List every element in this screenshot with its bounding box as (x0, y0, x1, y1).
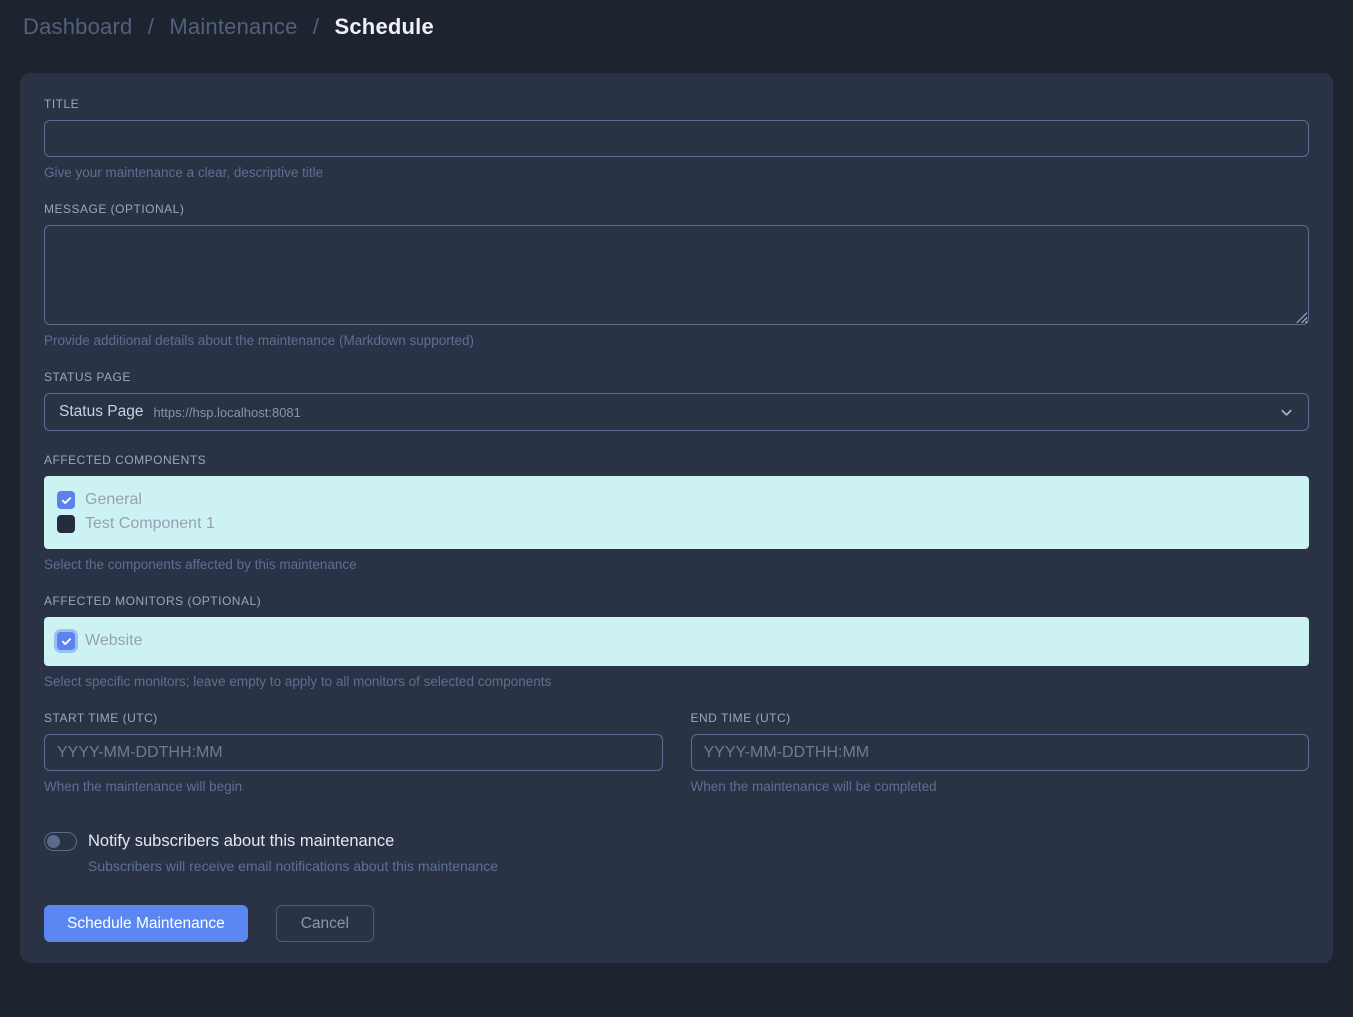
end-time-label: END TIME (UTC) (691, 711, 1310, 725)
monitor-option-label: Website (85, 632, 143, 650)
schedule-maintenance-button[interactable]: Schedule Maintenance (44, 905, 248, 942)
chevron-down-icon (1279, 405, 1294, 420)
end-time-field-group: END TIME (UTC) When the maintenance will… (691, 711, 1310, 794)
affected-components-helper: Select the components affected by this m… (44, 557, 1309, 572)
component-option-general[interactable]: General (57, 491, 1296, 509)
affected-monitors-field-group: AFFECTED MONITORS (OPTIONAL) Website Sel… (44, 594, 1309, 689)
title-label: TITLE (44, 97, 1309, 111)
notify-subscribers-toggle[interactable] (44, 832, 77, 851)
title-input[interactable] (44, 120, 1309, 157)
message-label: MESSAGE (OPTIONAL) (44, 202, 1309, 216)
affected-components-panel: General Test Component 1 (44, 476, 1309, 549)
component-option-label: General (85, 491, 142, 509)
affected-monitors-helper: Select specific monitors; leave empty to… (44, 674, 1309, 689)
checkbox-website[interactable] (57, 632, 75, 650)
form-actions: Schedule Maintenance Cancel (44, 905, 1309, 942)
status-page-field-group: STATUS PAGE Status Page https://hsp.loca… (44, 370, 1309, 431)
title-field-group: TITLE Give your maintenance a clear, des… (44, 97, 1309, 180)
cancel-button[interactable]: Cancel (276, 905, 374, 942)
monitor-option-website[interactable]: Website (57, 632, 1296, 650)
checkbox-test-component-1[interactable] (57, 515, 75, 533)
affected-components-label: AFFECTED COMPONENTS (44, 453, 1309, 467)
start-time-helper: When the maintenance will begin (44, 779, 663, 794)
end-time-helper: When the maintenance will be completed (691, 779, 1310, 794)
status-page-label: STATUS PAGE (44, 370, 1309, 384)
top-bar: Dashboard / Maintenance / Schedule (0, 0, 1353, 73)
notify-subscribers-helper: Subscribers will receive email notificat… (88, 858, 1309, 874)
message-helper: Provide additional details about the mai… (44, 333, 1309, 348)
status-page-select[interactable]: Status Page https://hsp.localhost:8081 (44, 393, 1309, 431)
breadcrumb-dashboard[interactable]: Dashboard (23, 14, 132, 39)
end-time-input[interactable] (691, 734, 1310, 771)
affected-components-field-group: AFFECTED COMPONENTS General Test Compone… (44, 453, 1309, 572)
time-fields-row: START TIME (UTC) When the maintenance wi… (44, 711, 1309, 794)
checkbox-general[interactable] (57, 491, 75, 509)
component-option-test-component-1[interactable]: Test Component 1 (57, 515, 1296, 533)
message-textarea[interactable] (44, 225, 1309, 325)
breadcrumb-maintenance[interactable]: Maintenance (169, 14, 297, 39)
start-time-input[interactable] (44, 734, 663, 771)
notify-section: Notify subscribers about this maintenanc… (44, 832, 1309, 874)
schedule-maintenance-form: TITLE Give your maintenance a clear, des… (20, 73, 1333, 963)
message-field-group: MESSAGE (OPTIONAL) Provide additional de… (44, 202, 1309, 348)
start-time-field-group: START TIME (UTC) When the maintenance wi… (44, 711, 663, 794)
breadcrumb: Dashboard / Maintenance / Schedule (23, 13, 1330, 40)
affected-monitors-panel: Website (44, 617, 1309, 666)
affected-monitors-label: AFFECTED MONITORS (OPTIONAL) (44, 594, 1309, 608)
component-option-label: Test Component 1 (85, 515, 215, 533)
status-page-selected-name: Status Page (59, 403, 143, 421)
status-page-selected-url: https://hsp.localhost:8081 (153, 405, 300, 420)
title-helper: Give your maintenance a clear, descripti… (44, 165, 1309, 180)
notify-subscribers-label: Notify subscribers about this maintenanc… (88, 832, 394, 851)
breadcrumb-separator: / (148, 14, 154, 39)
breadcrumb-separator: / (313, 14, 319, 39)
breadcrumb-schedule: Schedule (335, 14, 434, 39)
start-time-label: START TIME (UTC) (44, 711, 663, 725)
toggle-knob (47, 835, 60, 848)
